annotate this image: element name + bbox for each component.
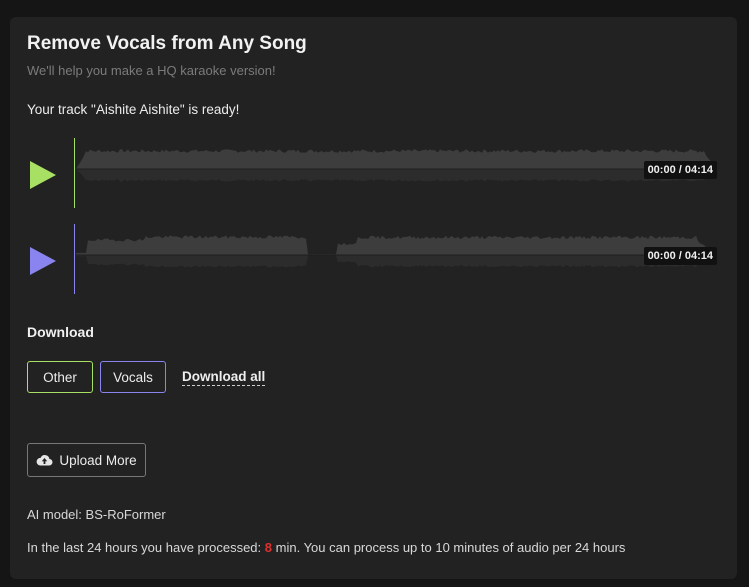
waveform-other[interactable] (76, 143, 716, 203)
track-vocals: 00:00 / 04:14 (10, 224, 737, 294)
playhead-vocals (74, 224, 75, 294)
play-icon (30, 247, 56, 275)
page-subtitle: We'll help you make a HQ karaoke version… (27, 63, 276, 78)
page-title: Remove Vocals from Any Song (27, 33, 307, 54)
usage-minutes: 8 (264, 540, 273, 555)
ai-model-info: AI model: BS-RoFormer (27, 507, 166, 522)
upload-more-label: Upload More (59, 452, 137, 468)
waveform-vocals[interactable] (76, 229, 716, 289)
time-other: 00:00 / 04:14 (643, 161, 717, 179)
ready-message: Your track "Aishite Aishite" is ready! (27, 102, 240, 117)
waveform-other-graphic (76, 149, 716, 182)
play-vocals-button[interactable] (28, 244, 58, 278)
cloud-upload-icon (36, 455, 53, 466)
download-heading: Download (27, 324, 94, 340)
time-vocals: 00:00 / 04:14 (643, 247, 717, 265)
upload-more-button[interactable]: Upload More (27, 443, 146, 477)
vocal-remover-card: Remove Vocals from Any Song We'll help y… (10, 17, 737, 579)
usage-suffix: min. You can process up to 10 minutes of… (275, 540, 626, 555)
waveform-vocals-graphic (76, 235, 716, 268)
usage-info: In the last 24 hours you have processed:… (27, 540, 625, 555)
track-other: 00:00 / 04:14 (10, 138, 737, 208)
play-other-button[interactable] (28, 158, 58, 192)
download-all-link[interactable]: Download all (182, 369, 266, 386)
download-vocals-button[interactable]: Vocals (100, 361, 166, 393)
play-icon (30, 161, 56, 189)
usage-prefix: In the last 24 hours you have processed: (27, 540, 262, 555)
download-other-button[interactable]: Other (27, 361, 93, 393)
playhead-other (74, 138, 75, 208)
